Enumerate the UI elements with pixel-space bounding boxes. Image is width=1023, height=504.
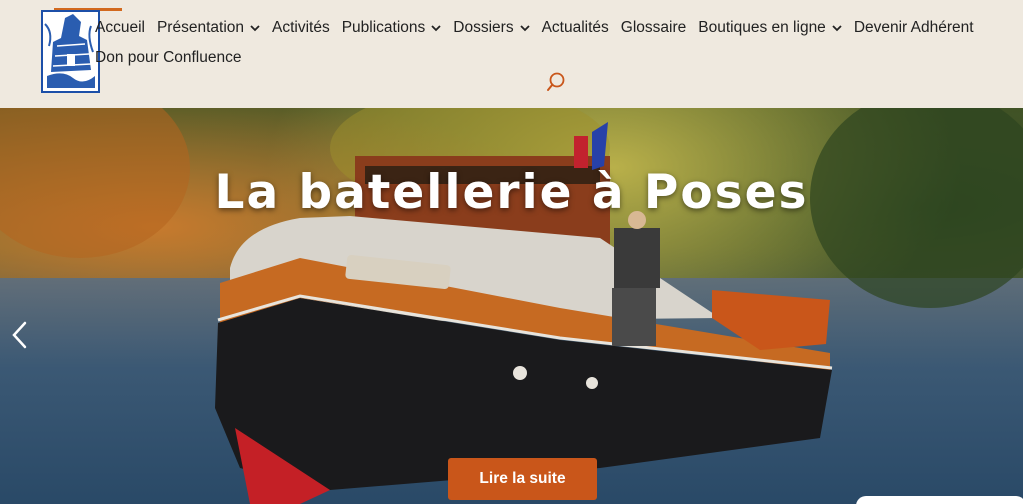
nav-item-actualites[interactable]: Actualités bbox=[542, 13, 609, 43]
nav-item-glossaire[interactable]: Glossaire bbox=[621, 13, 686, 43]
nav-label: Boutiques en ligne bbox=[698, 19, 826, 36]
nav-label: Accueil bbox=[95, 19, 145, 36]
read-more-button[interactable]: Lire la suite bbox=[448, 458, 597, 500]
site-header: Accueil Présentation Activités Publications… bbox=[0, 0, 1023, 108]
nav-label: Activités bbox=[272, 19, 330, 36]
nav-label: Don pour Confluence bbox=[95, 49, 242, 66]
nav-label: Présentation bbox=[156, 19, 244, 36]
nav-item-accueil[interactable]: Accueil bbox=[95, 13, 145, 43]
chevron-down-icon bbox=[250, 25, 260, 32]
church-logo-icon bbox=[43, 12, 98, 91]
nav-label: Publications bbox=[341, 19, 426, 36]
search-icon[interactable] bbox=[546, 71, 566, 93]
floating-widget-tab[interactable] bbox=[856, 496, 1023, 504]
site-logo[interactable] bbox=[41, 10, 100, 93]
chevron-down-icon bbox=[519, 25, 530, 32]
chevron-down-icon bbox=[431, 25, 441, 32]
nav-label: Devenir Adhérent bbox=[853, 19, 974, 36]
nav-label: Glossaire bbox=[620, 19, 687, 36]
chevron-down-icon bbox=[832, 25, 842, 32]
nav-item-activites[interactable]: Activités bbox=[272, 13, 330, 43]
nav-item-don-confluence[interactable]: Don pour Confluence bbox=[95, 43, 242, 73]
nav-item-boutiques[interactable]: Boutiques en ligne bbox=[698, 13, 842, 43]
main-nav: Accueil Présentation Activités Publications… bbox=[95, 13, 1020, 43]
hero-title: La batellerie à Poses bbox=[214, 165, 809, 220]
nav-item-presentation[interactable]: Présentation bbox=[157, 13, 260, 43]
nav-item-dossiers[interactable]: Dossiers bbox=[453, 13, 530, 43]
nav-label: Dossiers bbox=[453, 19, 514, 36]
nav-item-devenir-adherent[interactable]: Devenir Adhérent bbox=[854, 13, 974, 43]
nav-label: Actualités bbox=[541, 19, 609, 36]
hero-slider: La batellerie à Poses Lire la suite bbox=[0, 108, 1023, 504]
nav-item-publications[interactable]: Publications bbox=[342, 13, 442, 43]
chevron-left-icon[interactable] bbox=[9, 320, 29, 350]
